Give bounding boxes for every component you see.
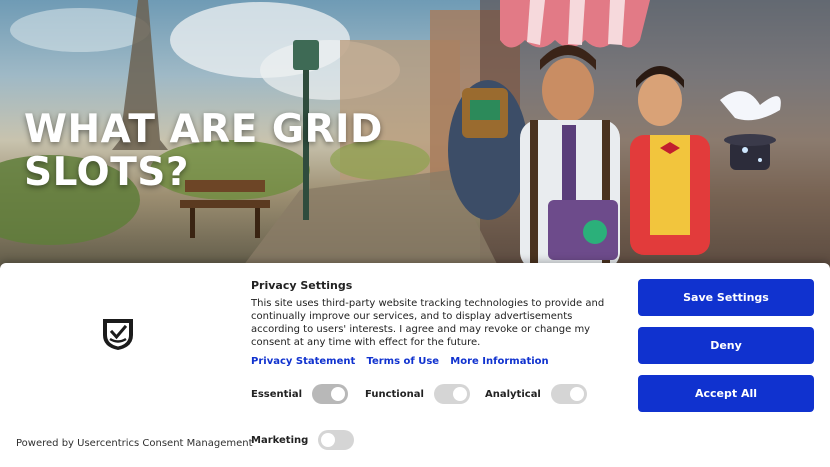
hero-banner: WHAT ARE GRID SLOTS? — [0, 0, 830, 270]
accept-all-button[interactable]: Accept All — [638, 375, 814, 412]
hero-title-line-2: SLOTS? — [24, 150, 190, 195]
marketing-toggle[interactable] — [318, 430, 355, 450]
save-settings-button[interactable]: Save Settings — [638, 279, 814, 316]
essential-toggle-row: Essential — [251, 384, 349, 404]
toggle-knob — [569, 387, 584, 401]
more-information-link[interactable]: More Information — [450, 356, 548, 367]
privacy-settings-title: Privacy Settings — [251, 279, 353, 292]
functional-toggle-row: Functional — [365, 384, 470, 404]
essential-toggle[interactable] — [312, 384, 349, 404]
toggle-knob — [452, 387, 467, 401]
marketing-label: Marketing — [251, 434, 309, 446]
consent-banner: Powered by Usercentrics Consent Manageme… — [0, 263, 830, 467]
essential-label: Essential — [251, 388, 303, 400]
hero-title-line-1: WHAT ARE GRID — [24, 107, 383, 152]
toggle-knob — [331, 387, 346, 401]
privacy-description: This site uses third-party website track… — [251, 298, 605, 348]
marketing-toggle-row: Marketing — [251, 430, 355, 450]
functional-toggle[interactable] — [433, 384, 470, 404]
usercentrics-shield-icon — [101, 317, 135, 351]
deny-button[interactable]: Deny — [638, 327, 814, 364]
terms-of-use-link[interactable]: Terms of Use — [366, 356, 439, 367]
privacy-statement-link[interactable]: Privacy Statement — [251, 356, 355, 367]
privacy-links: Privacy Statement Terms of Use More Info… — [251, 356, 557, 367]
analytical-toggle[interactable] — [550, 384, 587, 404]
analytical-label: Analytical — [485, 388, 541, 400]
analytical-toggle-row: Analytical — [485, 384, 587, 404]
hero-title: WHAT ARE GRID SLOTS? — [24, 108, 384, 194]
powered-by-text: Powered by Usercentrics Consent Manageme… — [16, 438, 253, 449]
functional-label: Functional — [365, 388, 424, 400]
toggle-knob — [321, 433, 336, 447]
